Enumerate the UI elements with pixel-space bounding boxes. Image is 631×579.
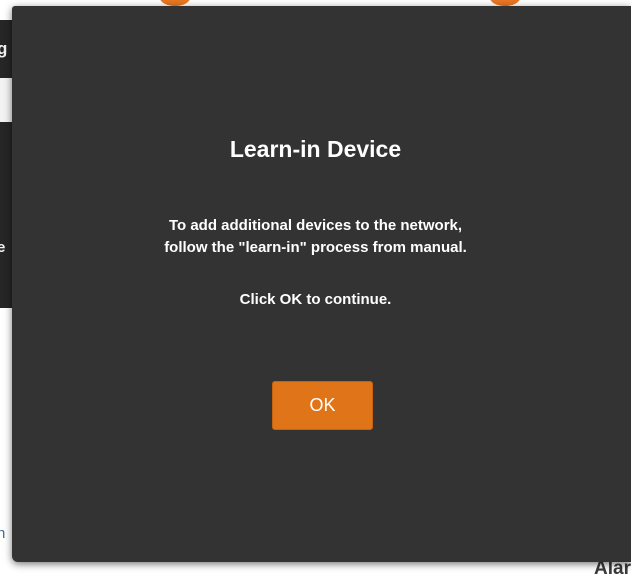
- background-partial-text: g: [0, 39, 8, 58]
- dialog-message-line: To add additional devices to the network…: [168, 217, 463, 234]
- dialog-spacer: [12, 259, 619, 289]
- learn-in-dialog: Learn-in Device To add additional device…: [12, 6, 631, 562]
- dialog-message-line: follow the "learn-in" process from manua…: [164, 239, 467, 256]
- ok-button[interactable]: OK: [272, 381, 373, 430]
- background-partial-link[interactable]: n: [0, 526, 5, 541]
- dialog-message: To add additional devices to the network…: [12, 215, 619, 311]
- dialog-title: Learn-in Device: [229, 136, 402, 162]
- dialog-instruction: Click OK to continue.: [239, 291, 392, 308]
- background-partial-text: e: [0, 239, 6, 256]
